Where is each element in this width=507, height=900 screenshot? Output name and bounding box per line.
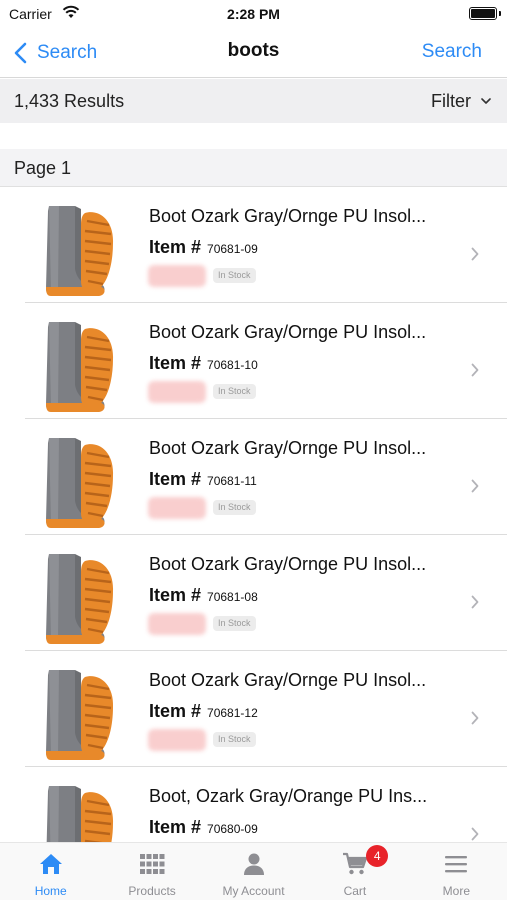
chevron-right-icon xyxy=(471,479,479,493)
item-label: Item # xyxy=(149,585,202,605)
item-number: 70680-09 xyxy=(207,822,258,836)
chevron-right-icon xyxy=(471,247,479,261)
product-name: Boot Ozark Gray/Ornge PU Insol... xyxy=(149,554,427,574)
stock-badge: In Stock xyxy=(213,500,256,515)
item-number: 70681-10 xyxy=(207,358,258,372)
price-redacted xyxy=(148,381,206,403)
item-label: Item # xyxy=(149,701,202,721)
person-icon xyxy=(243,853,264,875)
item-number-row: Item # 70681-12 xyxy=(149,701,258,722)
price-redacted xyxy=(148,613,206,635)
menu-icon xyxy=(445,856,468,873)
item-label: Item # xyxy=(149,353,202,373)
cart-badge: 4 xyxy=(366,845,389,867)
item-number: 70681-12 xyxy=(207,706,258,720)
chevron-down-icon xyxy=(481,98,491,104)
product-list[interactable]: Boot Ozark Gray/Ornge PU Insol... Item #… xyxy=(0,187,507,842)
chevron-right-icon xyxy=(471,711,479,725)
home-icon xyxy=(39,854,62,874)
tab-label: Cart xyxy=(343,884,367,898)
price-redacted xyxy=(148,497,206,519)
price-redacted xyxy=(148,265,206,287)
battery-icon xyxy=(469,7,501,20)
item-number-row: Item # 70681-10 xyxy=(149,353,258,374)
chevron-right-icon xyxy=(471,595,479,609)
item-number-row: Item # 70681-11 xyxy=(149,469,257,490)
product-row[interactable]: Boot Ozark Gray/Ornge PU Insol... Item #… xyxy=(25,303,507,419)
boot-thumbnail xyxy=(46,554,114,644)
item-number: 70681-08 xyxy=(207,590,258,604)
back-button[interactable]: Search xyxy=(14,38,97,68)
cart-icon xyxy=(342,852,368,875)
status-bar: Carrier 2:28 PM xyxy=(0,0,507,28)
tab-label: Products xyxy=(128,884,176,898)
tab-label: My Account xyxy=(222,884,285,898)
product-row[interactable]: Boot Ozark Gray/Ornge PU Insol... Item #… xyxy=(25,187,507,303)
item-label: Item # xyxy=(149,469,202,489)
tab-home[interactable]: Home xyxy=(0,843,101,900)
stock-badge: In Stock xyxy=(213,616,256,631)
tab-label: More xyxy=(442,884,470,898)
chevron-left-icon xyxy=(14,42,27,64)
item-number-row: Item # 70681-09 xyxy=(149,237,258,258)
item-number: 70681-09 xyxy=(207,242,258,256)
back-button-label: Search xyxy=(37,42,98,63)
stock-badge: In Stock xyxy=(213,268,256,283)
search-button[interactable]: Search xyxy=(422,41,482,63)
page-label: Page 1 xyxy=(14,158,72,178)
boot-thumbnail xyxy=(46,786,114,842)
page-section-header: Page 1 xyxy=(0,149,507,187)
filter-label: Filter xyxy=(431,91,471,111)
item-label: Item # xyxy=(149,237,202,257)
price-redacted xyxy=(148,729,206,751)
product-name: Boot, Ozark Gray/Orange PU Ins... xyxy=(149,786,428,806)
product-name: Boot Ozark Gray/Ornge PU Insol... xyxy=(149,438,427,458)
product-row[interactable]: Boot Ozark Gray/Ornge PU Insol... Item #… xyxy=(25,535,507,651)
results-bar: 1,433 Results Filter xyxy=(0,79,507,123)
product-name: Boot Ozark Gray/Ornge PU Insol... xyxy=(149,670,427,690)
item-number-row: Item # 70681-08 xyxy=(149,585,258,606)
item-number: 70681-11 xyxy=(207,474,257,488)
tab-label: Home xyxy=(34,884,67,898)
section-gap xyxy=(0,123,507,149)
boot-thumbnail xyxy=(46,322,114,412)
filter-button[interactable]: Filter xyxy=(431,91,491,112)
tab-more[interactable]: More xyxy=(406,843,507,900)
stock-badge: In Stock xyxy=(213,732,256,747)
product-name: Boot Ozark Gray/Ornge PU Insol... xyxy=(149,322,427,342)
tab-products[interactable]: Products xyxy=(101,843,202,900)
chevron-right-icon xyxy=(471,827,479,841)
product-row[interactable]: Boot Ozark Gray/Ornge PU Insol... Item #… xyxy=(25,419,507,535)
grid-icon xyxy=(140,854,165,874)
boot-thumbnail xyxy=(46,438,114,528)
results-count: 1,433 Results xyxy=(14,91,125,111)
tab-bar: Home Products My Account 4 Cart More xyxy=(0,842,507,900)
product-name: Boot Ozark Gray/Ornge PU Insol... xyxy=(149,206,427,226)
tab-cart[interactable]: 4 Cart xyxy=(304,843,405,900)
nav-bar: Search boots Search xyxy=(0,28,507,78)
item-label: Item # xyxy=(149,817,202,837)
item-number-row: Item # 70680-09 xyxy=(149,817,258,838)
chevron-right-icon xyxy=(471,363,479,377)
boot-thumbnail xyxy=(46,670,114,760)
tab-my-account[interactable]: My Account xyxy=(203,843,304,900)
boot-thumbnail xyxy=(46,206,114,296)
clock: 2:28 PM xyxy=(227,6,280,22)
product-row[interactable]: Boot, Ozark Gray/Orange PU Ins... Item #… xyxy=(25,767,507,842)
product-row[interactable]: Boot Ozark Gray/Ornge PU Insol... Item #… xyxy=(25,651,507,767)
stock-badge: In Stock xyxy=(213,384,256,399)
